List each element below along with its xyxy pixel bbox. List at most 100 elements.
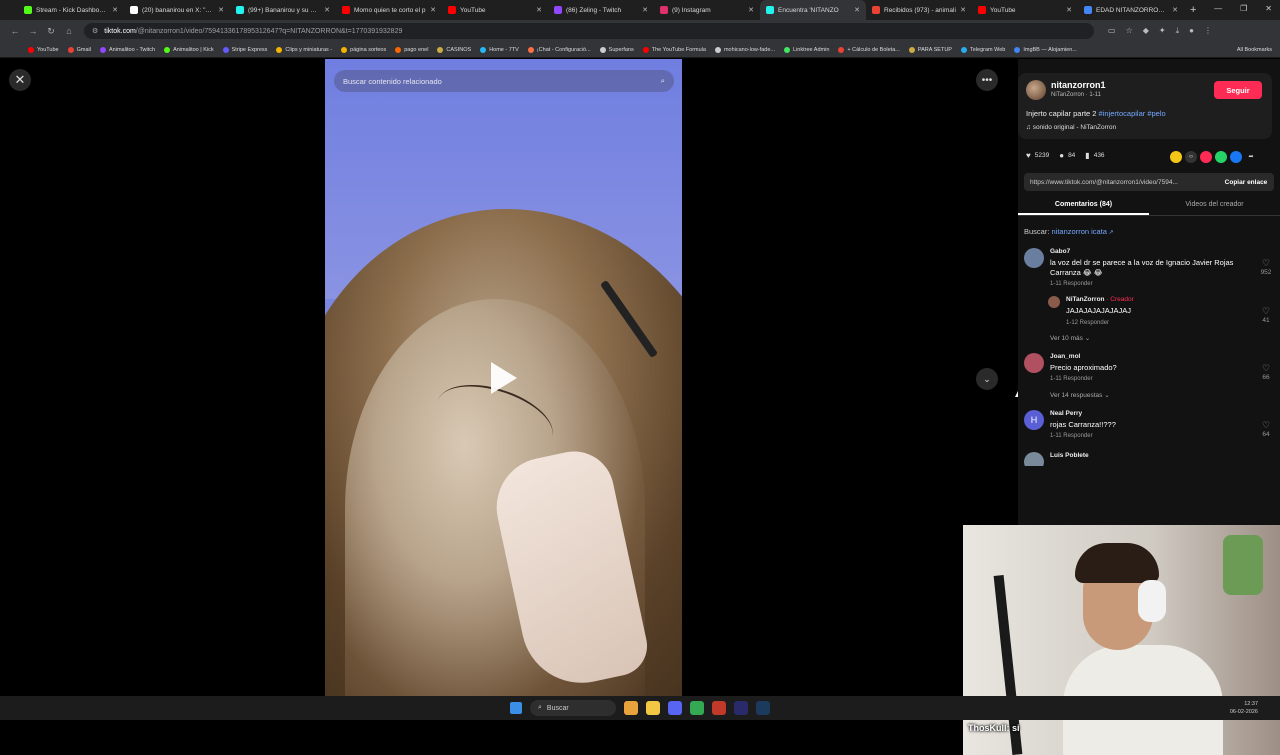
play-icon[interactable] bbox=[491, 362, 517, 394]
close-icon[interactable]: ✕ bbox=[9, 69, 31, 91]
search-query[interactable]: nitanzorron icata bbox=[1052, 227, 1107, 236]
reply-meta[interactable]: 1-12 Responder bbox=[1066, 320, 1109, 326]
tab-close-icon[interactable]: ✕ bbox=[1066, 6, 1072, 14]
tab-close-icon[interactable]: ✕ bbox=[536, 6, 542, 14]
whatsapp-icon[interactable] bbox=[1215, 151, 1227, 163]
video-player[interactable]: Buscar contenido relacionado ⌕ bbox=[325, 59, 682, 696]
extension-icon[interactable]: ◆ bbox=[1143, 26, 1149, 36]
author-username[interactable]: nitanzorron1 bbox=[1051, 80, 1106, 90]
save-stat[interactable]: ▮ 436 bbox=[1085, 151, 1104, 160]
bookmark-item[interactable]: + Cálculo de Boleta... bbox=[838, 46, 900, 53]
bookmark-item[interactable]: PARA SETUP bbox=[908, 46, 952, 53]
chevron-down-icon[interactable]: ⌄ bbox=[976, 368, 998, 390]
tab-close-icon[interactable]: ✕ bbox=[1172, 6, 1178, 14]
bookmark-item[interactable]: ImgBB — Alojamien... bbox=[1014, 46, 1077, 53]
share-link-url[interactable]: https://www.tiktok.com/@nitanzorron1/vid… bbox=[1024, 179, 1218, 186]
browser-tab[interactable]: (99+) Bananirou y su gom ✕ bbox=[230, 0, 336, 20]
bookmark-item[interactable]: Telegram Web bbox=[960, 46, 1005, 53]
bookmark-item[interactable]: Clips y miniaturas - bbox=[276, 46, 332, 53]
all-bookmarks[interactable]: All Bookmarks bbox=[1237, 47, 1272, 53]
obs-icon[interactable] bbox=[712, 701, 726, 715]
comment-avatar[interactable] bbox=[1024, 248, 1044, 268]
copy-link-button[interactable]: Copiar enlace bbox=[1218, 179, 1274, 186]
discord-icon[interactable] bbox=[668, 701, 682, 715]
comment-author[interactable]: Joan_mol bbox=[1050, 353, 1080, 360]
comment-like[interactable]: ♡ 64 bbox=[1258, 420, 1274, 438]
reply-author[interactable]: NiTanZorron · Creador bbox=[1066, 296, 1134, 303]
search-icon[interactable]: ⌕ bbox=[661, 76, 665, 86]
close-window-icon[interactable]: ✕ bbox=[1265, 4, 1272, 13]
comment-like[interactable]: ♡ 952 bbox=[1258, 258, 1274, 276]
comment-author[interactable]: Neal Perry bbox=[1050, 410, 1082, 417]
tab-close-icon[interactable]: ✕ bbox=[112, 6, 118, 14]
comment-meta[interactable]: 1-11 Responder bbox=[1050, 281, 1093, 287]
bookmark-item[interactable]: Gmail bbox=[67, 46, 91, 53]
comment-meta[interactable]: 1-11 Responder bbox=[1050, 376, 1093, 382]
taskbar-search[interactable]: ⌕ Buscar bbox=[530, 700, 616, 716]
tab-close-icon[interactable]: ✕ bbox=[748, 6, 754, 14]
photoshop-icon[interactable] bbox=[756, 701, 770, 715]
home-icon[interactable]: ⌂ bbox=[60, 26, 78, 36]
tab-close-icon[interactable]: ✕ bbox=[854, 6, 860, 14]
bookmark-item[interactable]: ¡Chat - Configuració... bbox=[527, 46, 591, 53]
bookmark-item[interactable]: The YouTube Formula bbox=[642, 46, 706, 53]
tab-close-icon[interactable]: ✕ bbox=[642, 6, 648, 14]
url-field[interactable]: ⚙ tiktok.com/@nitanzorron1/video/7594133… bbox=[84, 23, 1094, 39]
related-search-input[interactable]: Buscar contenido relacionado ⌕ bbox=[334, 70, 674, 92]
send-icon[interactable] bbox=[1200, 151, 1212, 163]
forward-icon[interactable]: → bbox=[24, 26, 42, 36]
bookmark-item[interactable]: Animalitoo - Twitch bbox=[100, 46, 155, 53]
extensions-puzzle-icon[interactable]: ✦ bbox=[1159, 26, 1166, 36]
bookmark-item[interactable]: pago enel bbox=[395, 46, 428, 53]
tab-comments[interactable]: Comentarios (84) bbox=[1018, 196, 1149, 215]
browser-tab[interactable]: Momo quien te corto el p ✕ bbox=[336, 0, 442, 20]
embed-icon[interactable]: ‹› bbox=[1185, 151, 1197, 163]
bookmark-item[interactable]: Home - 7TV bbox=[480, 46, 519, 53]
reply-avatar[interactable] bbox=[1048, 296, 1060, 308]
repost-icon[interactable] bbox=[1170, 151, 1182, 163]
bookmark-item[interactable]: mohicano-low-fade... bbox=[714, 46, 775, 53]
comment-avatar[interactable]: H bbox=[1024, 410, 1044, 430]
music-info[interactable]: ♫ sonido original - NiTanZorron bbox=[1026, 124, 1116, 131]
tab-close-icon[interactable]: ✕ bbox=[324, 6, 330, 14]
like-stat[interactable]: ♥ 5239 bbox=[1026, 151, 1049, 160]
system-clock[interactable]: 12:37 06-02-2026 bbox=[1230, 700, 1258, 716]
comment-stat[interactable]: ● 84 bbox=[1059, 151, 1075, 160]
tab-close-icon[interactable]: ✕ bbox=[960, 6, 966, 14]
bookmark-item[interactable]: CASINOS bbox=[437, 46, 471, 53]
bookmark-item[interactable]: YouTube bbox=[28, 46, 59, 53]
bookmark-item[interactable]: Stripe Express bbox=[222, 46, 267, 53]
comment-author[interactable]: Gabo7 bbox=[1050, 248, 1070, 255]
bookmark-item[interactable]: Linktree Admin bbox=[784, 46, 829, 53]
file-explorer-icon[interactable] bbox=[646, 701, 660, 715]
bookmark-item[interactable]: Superfans bbox=[599, 46, 634, 53]
view-more-replies[interactable]: Ver 14 respuestas ⌄ bbox=[1050, 391, 1110, 399]
browser-tab[interactable]: (9) Instagram ✕ bbox=[654, 0, 760, 20]
follow-button[interactable]: Seguir bbox=[1214, 81, 1262, 99]
search-suggestion[interactable]: Buscar: nitanzorron icata ↗ bbox=[1024, 227, 1114, 236]
browser-tab[interactable]: (86) Zeling - Twitch ✕ bbox=[548, 0, 654, 20]
hashtags[interactable]: #injertocapilar #pelo bbox=[1099, 109, 1166, 118]
share-arrow-icon[interactable]: ➦ bbox=[1245, 151, 1257, 163]
browser-tab[interactable]: YouTube ✕ bbox=[972, 0, 1078, 20]
facebook-icon[interactable] bbox=[1230, 151, 1242, 163]
new-tab-icon[interactable]: + bbox=[1190, 4, 1196, 16]
comment-avatar[interactable] bbox=[1024, 452, 1044, 466]
minimize-icon[interactable]: — bbox=[1214, 4, 1222, 13]
comment-meta[interactable]: 1-11 Responder bbox=[1050, 433, 1093, 439]
comment-avatar[interactable] bbox=[1024, 353, 1044, 373]
download-icon[interactable]: ⤓ bbox=[1176, 26, 1180, 36]
maximize-icon[interactable]: ❐ bbox=[1240, 4, 1247, 13]
tab-close-icon[interactable]: ✕ bbox=[218, 6, 224, 14]
comment-author[interactable]: Luis Poblete bbox=[1050, 452, 1089, 459]
taskbar-app-icon[interactable] bbox=[624, 701, 638, 715]
menu-icon[interactable]: ⋮ bbox=[1204, 26, 1212, 36]
browser-tab[interactable]: Encuentra 'NITANZO ✕ bbox=[760, 0, 866, 20]
reload-icon[interactable]: ↻ bbox=[42, 26, 60, 37]
browser-tab[interactable]: YouTube ✕ bbox=[442, 0, 548, 20]
browser-tab[interactable]: Stream - Kick Dashboard ✕ bbox=[18, 0, 124, 20]
more-options-icon[interactable]: ••• bbox=[976, 69, 998, 91]
profile-icon[interactable]: ● bbox=[1189, 26, 1194, 36]
reply-like[interactable]: ♡ 41 bbox=[1258, 306, 1274, 324]
site-info-icon[interactable]: ⚙ bbox=[92, 27, 98, 35]
